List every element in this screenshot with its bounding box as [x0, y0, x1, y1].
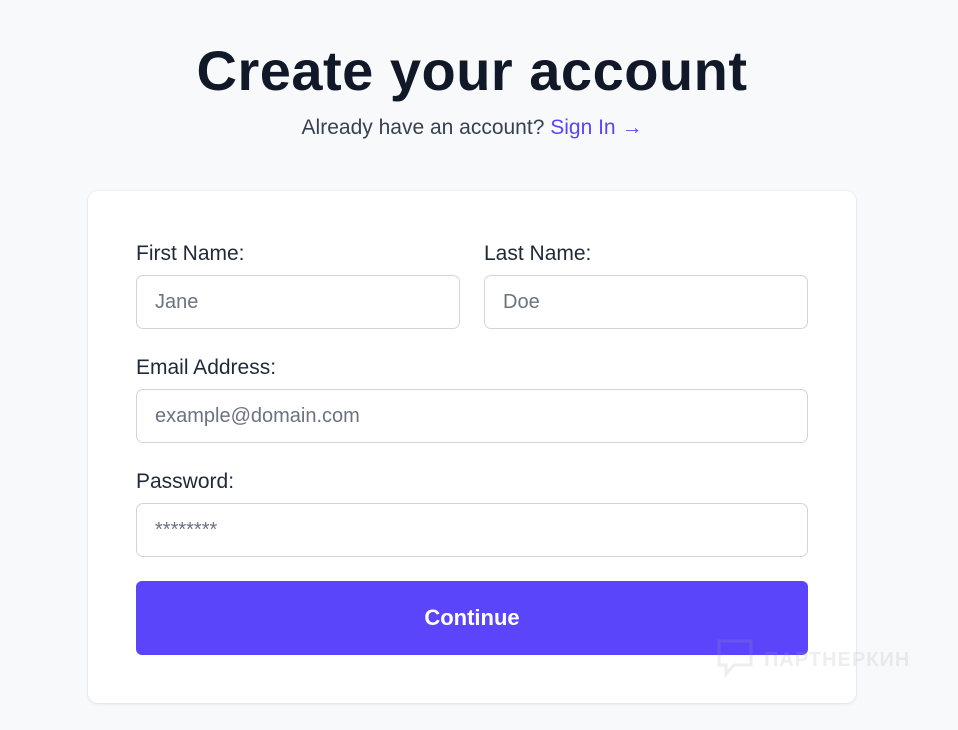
signup-page: Create your account Already have an acco…	[0, 0, 958, 730]
continue-button[interactable]: Continue	[136, 581, 808, 655]
sign-in-link[interactable]: Sign In →	[550, 116, 642, 139]
password-input[interactable]	[136, 503, 808, 557]
email-input[interactable]	[136, 389, 808, 443]
first-name-input[interactable]	[136, 275, 460, 329]
password-label: Password:	[136, 470, 235, 493]
signup-form-card: First Name: Last Name: Email Address: Pa…	[88, 191, 856, 703]
page-title: Create your account	[196, 39, 748, 102]
watermark: ПАРТНЕРКИН	[716, 638, 910, 683]
watermark-text: ПАРТНЕРКИН	[764, 649, 911, 671]
last-name-label: Last Name:	[484, 242, 592, 265]
speech-bubble-icon	[716, 638, 754, 683]
signin-prompt-text: Already have an account?	[301, 116, 545, 139]
email-label: Email Address:	[136, 356, 277, 379]
first-name-label: First Name:	[136, 242, 245, 265]
signin-prompt: Already have an account? Sign In →	[0, 114, 944, 142]
last-name-input[interactable]	[484, 275, 808, 329]
